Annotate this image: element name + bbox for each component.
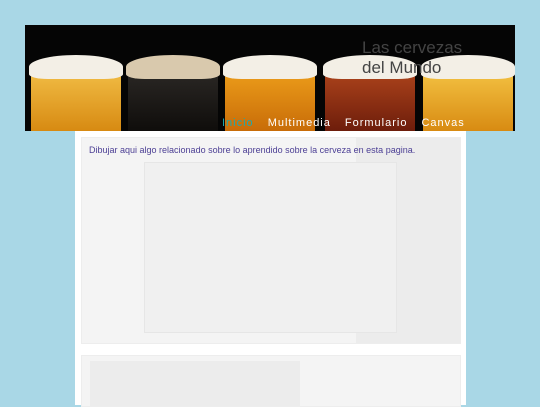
canvas-card: Dibujar aqui algo relacionado sobre lo a… bbox=[81, 137, 461, 344]
content-container: Dibujar aqui algo relacionado sobre lo a… bbox=[75, 131, 466, 407]
second-card bbox=[81, 355, 461, 407]
nav-item-multimedia[interactable]: Multimedia bbox=[268, 117, 331, 129]
main-nav: Inicio Multimedia Formulario Canvas bbox=[222, 117, 465, 129]
nav-item-inicio[interactable]: Inicio bbox=[222, 117, 254, 129]
beer-glass-image bbox=[126, 55, 220, 131]
content-placeholder bbox=[90, 361, 300, 406]
nav-item-canvas[interactable]: Canvas bbox=[421, 117, 464, 129]
site-title: Las cervezas del Mundo bbox=[362, 38, 463, 77]
intro-text: Dibujar aqui algo relacionado sobre lo a… bbox=[89, 145, 416, 155]
drawing-canvas[interactable] bbox=[144, 162, 397, 333]
nav-item-formulario[interactable]: Formulario bbox=[345, 117, 408, 129]
beer-glass-image bbox=[29, 55, 123, 131]
